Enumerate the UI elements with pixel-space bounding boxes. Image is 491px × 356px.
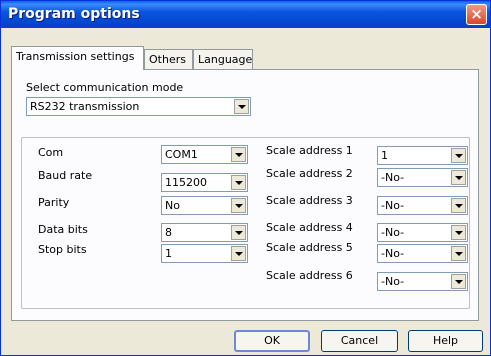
comm-mode-label: Select communication mode: [26, 81, 184, 94]
scale-address-2-select[interactable]: -No-: [377, 168, 468, 187]
stop-bits-label: Stop bits: [38, 243, 87, 256]
comm-mode-select[interactable]: RS232 transmission: [26, 97, 251, 116]
baud-rate-label: Baud rate: [38, 169, 93, 182]
scale-address-1-select[interactable]: 1: [377, 146, 468, 165]
window-title: Program options: [8, 6, 140, 22]
scale-address-2-value: -No-: [381, 171, 405, 184]
help-button[interactable]: Help: [408, 330, 483, 352]
com-value: COM1: [165, 148, 198, 161]
close-icon: ×: [470, 5, 483, 23]
chevron-down-icon[interactable]: [231, 198, 246, 213]
scale-address-3-value: -No-: [381, 199, 405, 212]
help-button-label: Help: [432, 334, 459, 347]
data-bits-select[interactable]: 8: [161, 223, 248, 242]
tab-label: Transmission settings: [16, 50, 135, 63]
scale-address-5-select[interactable]: -No-: [377, 244, 468, 263]
baud-rate-value: 115200: [165, 176, 207, 189]
ok-button[interactable]: OK: [234, 330, 310, 352]
com-label: Com: [38, 146, 64, 159]
chevron-down-icon[interactable]: [451, 148, 466, 163]
tab-transmission-settings[interactable]: Transmission settings: [11, 46, 144, 70]
scale-address-1-value: 1: [381, 149, 388, 162]
chevron-down-icon[interactable]: [231, 147, 246, 162]
data-bits-label: Data bits: [38, 223, 88, 236]
parity-value: No: [165, 199, 180, 212]
scale-address-6-value: -No-: [381, 275, 405, 288]
stop-bits-value: 1: [165, 247, 172, 260]
chevron-down-icon[interactable]: [231, 175, 246, 190]
tab-others[interactable]: Others: [144, 49, 193, 69]
title-bar[interactable]: Program options ×: [1, 1, 490, 28]
parity-select[interactable]: No: [161, 196, 248, 215]
scale-address-2-label: Scale address 2: [266, 167, 353, 180]
program-options-dialog: Program options × Transmission settings …: [0, 0, 491, 356]
cancel-button-label: Cancel: [340, 334, 379, 347]
baud-rate-select[interactable]: 115200: [161, 173, 248, 192]
ok-button-label: OK: [264, 334, 280, 347]
chevron-down-icon[interactable]: [451, 198, 466, 213]
comm-mode-value: RS232 transmission: [30, 100, 140, 113]
scale-address-6-label: Scale address 6: [266, 269, 353, 282]
cancel-button[interactable]: Cancel: [321, 330, 398, 352]
scale-address-4-select[interactable]: -No-: [377, 223, 468, 242]
scale-address-4-label: Scale address 4: [266, 221, 353, 234]
close-button[interactable]: ×: [466, 4, 487, 25]
com-select[interactable]: COM1: [161, 145, 248, 164]
chevron-down-icon[interactable]: [451, 246, 466, 261]
scale-address-6-select[interactable]: -No-: [377, 272, 468, 291]
scale-address-3-select[interactable]: -No-: [377, 196, 468, 215]
scale-address-3-label: Scale address 3: [266, 194, 353, 207]
stop-bits-select[interactable]: 1: [161, 244, 248, 263]
chevron-down-icon[interactable]: [451, 274, 466, 289]
scale-address-5-label: Scale address 5: [266, 241, 353, 254]
chevron-down-icon[interactable]: [234, 99, 249, 114]
chevron-down-icon[interactable]: [451, 225, 466, 240]
tab-label: Language: [198, 53, 253, 66]
chevron-down-icon[interactable]: [231, 246, 246, 261]
chevron-down-icon[interactable]: [231, 225, 246, 240]
data-bits-value: 8: [165, 226, 172, 239]
tab-label: Others: [149, 53, 186, 66]
parity-label: Parity: [38, 196, 70, 209]
scale-address-4-value: -No-: [381, 226, 405, 239]
scale-address-5-value: -No-: [381, 247, 405, 260]
chevron-down-icon[interactable]: [451, 170, 466, 185]
scale-address-1-label: Scale address 1: [266, 144, 353, 157]
tab-language[interactable]: Language: [193, 49, 253, 69]
